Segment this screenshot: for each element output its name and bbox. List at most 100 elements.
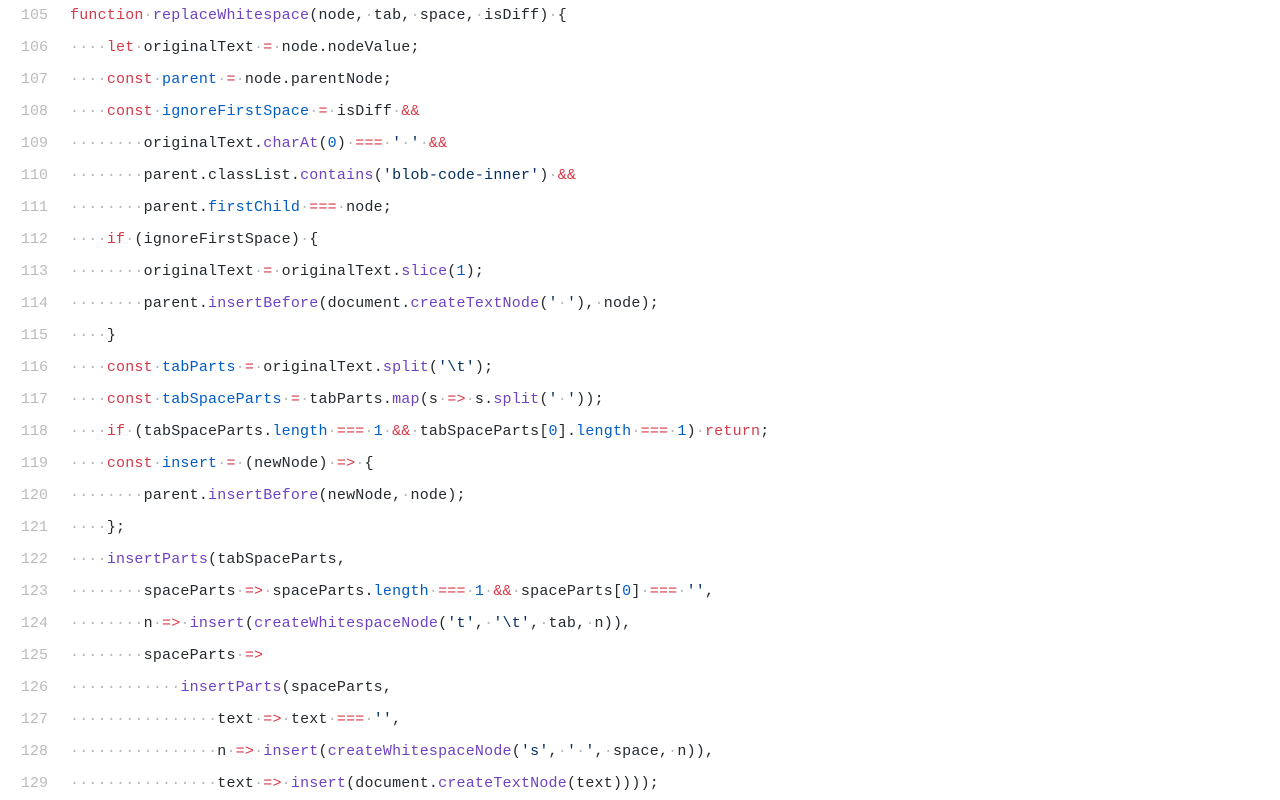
- line-content[interactable]: ····const·parent·=·node.parentNode;: [70, 64, 1280, 96]
- code-line[interactable]: 114········parent.insertBefore(document.…: [0, 288, 1280, 320]
- token-kw: return: [705, 423, 760, 440]
- line-content[interactable]: function·replaceWhitespace(node,·tab,·sp…: [70, 0, 1280, 32]
- code-line[interactable]: 106····let·originalText·=·node.nodeValue…: [0, 32, 1280, 64]
- line-content[interactable]: ····if·(tabSpaceParts.length·===·1·&&·ta…: [70, 416, 1280, 448]
- line-number[interactable]: 109: [0, 128, 70, 160]
- code-line[interactable]: 111········parent.firstChild·===·node;: [0, 192, 1280, 224]
- whitespace-dot-icon: ·: [144, 711, 153, 728]
- line-number[interactable]: 118: [0, 416, 70, 448]
- whitespace-dot-icon: ·: [107, 199, 116, 216]
- line-number[interactable]: 115: [0, 320, 70, 352]
- whitespace-dot-icon: ·: [153, 775, 162, 792]
- line-content[interactable]: ········parent.classList.contains('blob-…: [70, 160, 1280, 192]
- whitespace-dot-icon: ·: [134, 679, 143, 696]
- line-number[interactable]: 126: [0, 672, 70, 704]
- line-number[interactable]: 106: [0, 32, 70, 64]
- line-number[interactable]: 121: [0, 512, 70, 544]
- code-line[interactable]: 127················text·=>·text·===·'',: [0, 704, 1280, 736]
- line-content[interactable]: ············insertParts(spaceParts,: [70, 672, 1280, 704]
- code-line[interactable]: 124········n·=>·insert(createWhitespaceN…: [0, 608, 1280, 640]
- line-content[interactable]: ········parent.insertBefore(document.cre…: [70, 288, 1280, 320]
- code-line[interactable]: 112····if·(ignoreFirstSpace)·{: [0, 224, 1280, 256]
- line-number[interactable]: 114: [0, 288, 70, 320]
- line-number[interactable]: 128: [0, 736, 70, 768]
- token-pun: ): [576, 391, 585, 408]
- code-line[interactable]: 126············insertParts(spaceParts,: [0, 672, 1280, 704]
- code-line[interactable]: 105function·replaceWhitespace(node,·tab,…: [0, 0, 1280, 32]
- whitespace-dot-icon: ·: [466, 583, 475, 600]
- code-line[interactable]: 119····const·insert·=·(newNode)·=>·{: [0, 448, 1280, 480]
- code-line[interactable]: 110········parent.classList.contains('bl…: [0, 160, 1280, 192]
- code-line[interactable]: 118····if·(tabSpaceParts.length·===·1·&&…: [0, 416, 1280, 448]
- whitespace-dot-icon: ·: [337, 199, 346, 216]
- line-number[interactable]: 125: [0, 640, 70, 672]
- line-content[interactable]: ····}: [70, 320, 1280, 352]
- whitespace-dot-icon: ·: [98, 263, 107, 280]
- line-number[interactable]: 129: [0, 768, 70, 800]
- code-line[interactable]: 120········parent.insertBefore(newNode,·…: [0, 480, 1280, 512]
- whitespace-dot-icon: ·: [116, 647, 125, 664]
- line-number[interactable]: 105: [0, 0, 70, 32]
- line-content[interactable]: ········n·=>·insert(createWhitespaceNode…: [70, 608, 1280, 640]
- line-content[interactable]: ····let·originalText·=·node.nodeValue;: [70, 32, 1280, 64]
- token-var: spaceParts: [521, 583, 613, 600]
- line-number[interactable]: 117: [0, 384, 70, 416]
- line-content[interactable]: ····const·tabSpaceParts·=·tabParts.map(s…: [70, 384, 1280, 416]
- token-var: parent: [144, 295, 199, 312]
- token-var: text: [291, 711, 328, 728]
- line-number[interactable]: 120: [0, 480, 70, 512]
- code-line[interactable]: 109········originalText.charAt(0)·===·'·…: [0, 128, 1280, 160]
- line-content[interactable]: ················n·=>·insert(createWhites…: [70, 736, 1280, 768]
- whitespace-dot-icon: ·: [116, 295, 125, 312]
- whitespace-dot-icon: ·: [98, 295, 107, 312]
- line-content[interactable]: ····if·(ignoreFirstSpace)·{: [70, 224, 1280, 256]
- line-number[interactable]: 108: [0, 96, 70, 128]
- line-number[interactable]: 111: [0, 192, 70, 224]
- whitespace-dot-icon: ·: [144, 743, 153, 760]
- whitespace-dot-icon: ·: [328, 455, 337, 472]
- code-line[interactable]: 107····const·parent·=·node.parentNode;: [0, 64, 1280, 96]
- line-content[interactable]: ················text·=>·insert(document.…: [70, 768, 1280, 800]
- line-number[interactable]: 124: [0, 608, 70, 640]
- line-number[interactable]: 107: [0, 64, 70, 96]
- line-content[interactable]: ········originalText.charAt(0)·===·'·'·&…: [70, 128, 1280, 160]
- code-line[interactable]: 122····insertParts(tabSpaceParts,: [0, 544, 1280, 576]
- line-number[interactable]: 122: [0, 544, 70, 576]
- line-number[interactable]: 112: [0, 224, 70, 256]
- line-number[interactable]: 110: [0, 160, 70, 192]
- line-content[interactable]: ········originalText·=·originalText.slic…: [70, 256, 1280, 288]
- line-content[interactable]: ····};: [70, 512, 1280, 544]
- token-fn: contains: [300, 167, 374, 184]
- line-number[interactable]: 116: [0, 352, 70, 384]
- line-content[interactable]: ····insertParts(tabSpaceParts,: [70, 544, 1280, 576]
- code-line[interactable]: 108····const·ignoreFirstSpace·=·isDiff·&…: [0, 96, 1280, 128]
- code-line[interactable]: 128················n·=>·insert(createWhi…: [0, 736, 1280, 768]
- token-var: space: [420, 7, 466, 24]
- code-line[interactable]: 113········originalText·=·originalText.s…: [0, 256, 1280, 288]
- line-content[interactable]: ········spaceParts·=>·spaceParts.length·…: [70, 576, 1280, 608]
- whitespace-dot-icon: ·: [153, 711, 162, 728]
- line-content[interactable]: ········parent.firstChild·===·node;: [70, 192, 1280, 224]
- code-line[interactable]: 117····const·tabSpaceParts·=·tabParts.ma…: [0, 384, 1280, 416]
- code-line[interactable]: 116····const·tabParts·=·originalText.spl…: [0, 352, 1280, 384]
- token-op: &&: [392, 423, 410, 440]
- line-content[interactable]: ········spaceParts·=>: [70, 640, 1280, 672]
- code-line[interactable]: 115····}: [0, 320, 1280, 352]
- line-content[interactable]: ····const·insert·=·(newNode)·=>·{: [70, 448, 1280, 480]
- line-content[interactable]: ········parent.insertBefore(newNode,·nod…: [70, 480, 1280, 512]
- line-content[interactable]: ····const·ignoreFirstSpace·=·isDiff·&&: [70, 96, 1280, 128]
- token-fn: charAt: [263, 135, 318, 152]
- code-line[interactable]: 125········spaceParts·=>: [0, 640, 1280, 672]
- code-line[interactable]: 123········spaceParts·=>·spaceParts.leng…: [0, 576, 1280, 608]
- token-pun: (: [134, 423, 143, 440]
- line-number[interactable]: 113: [0, 256, 70, 288]
- line-number[interactable]: 119: [0, 448, 70, 480]
- whitespace-dot-icon: ·: [328, 423, 337, 440]
- line-number[interactable]: 123: [0, 576, 70, 608]
- line-number[interactable]: 127: [0, 704, 70, 736]
- token-var: node: [346, 199, 383, 216]
- line-content[interactable]: ····const·tabParts·=·originalText.split(…: [70, 352, 1280, 384]
- line-content[interactable]: ················text·=>·text·===·'',: [70, 704, 1280, 736]
- code-line[interactable]: 121····};: [0, 512, 1280, 544]
- code-line[interactable]: 129················text·=>·insert(docume…: [0, 768, 1280, 800]
